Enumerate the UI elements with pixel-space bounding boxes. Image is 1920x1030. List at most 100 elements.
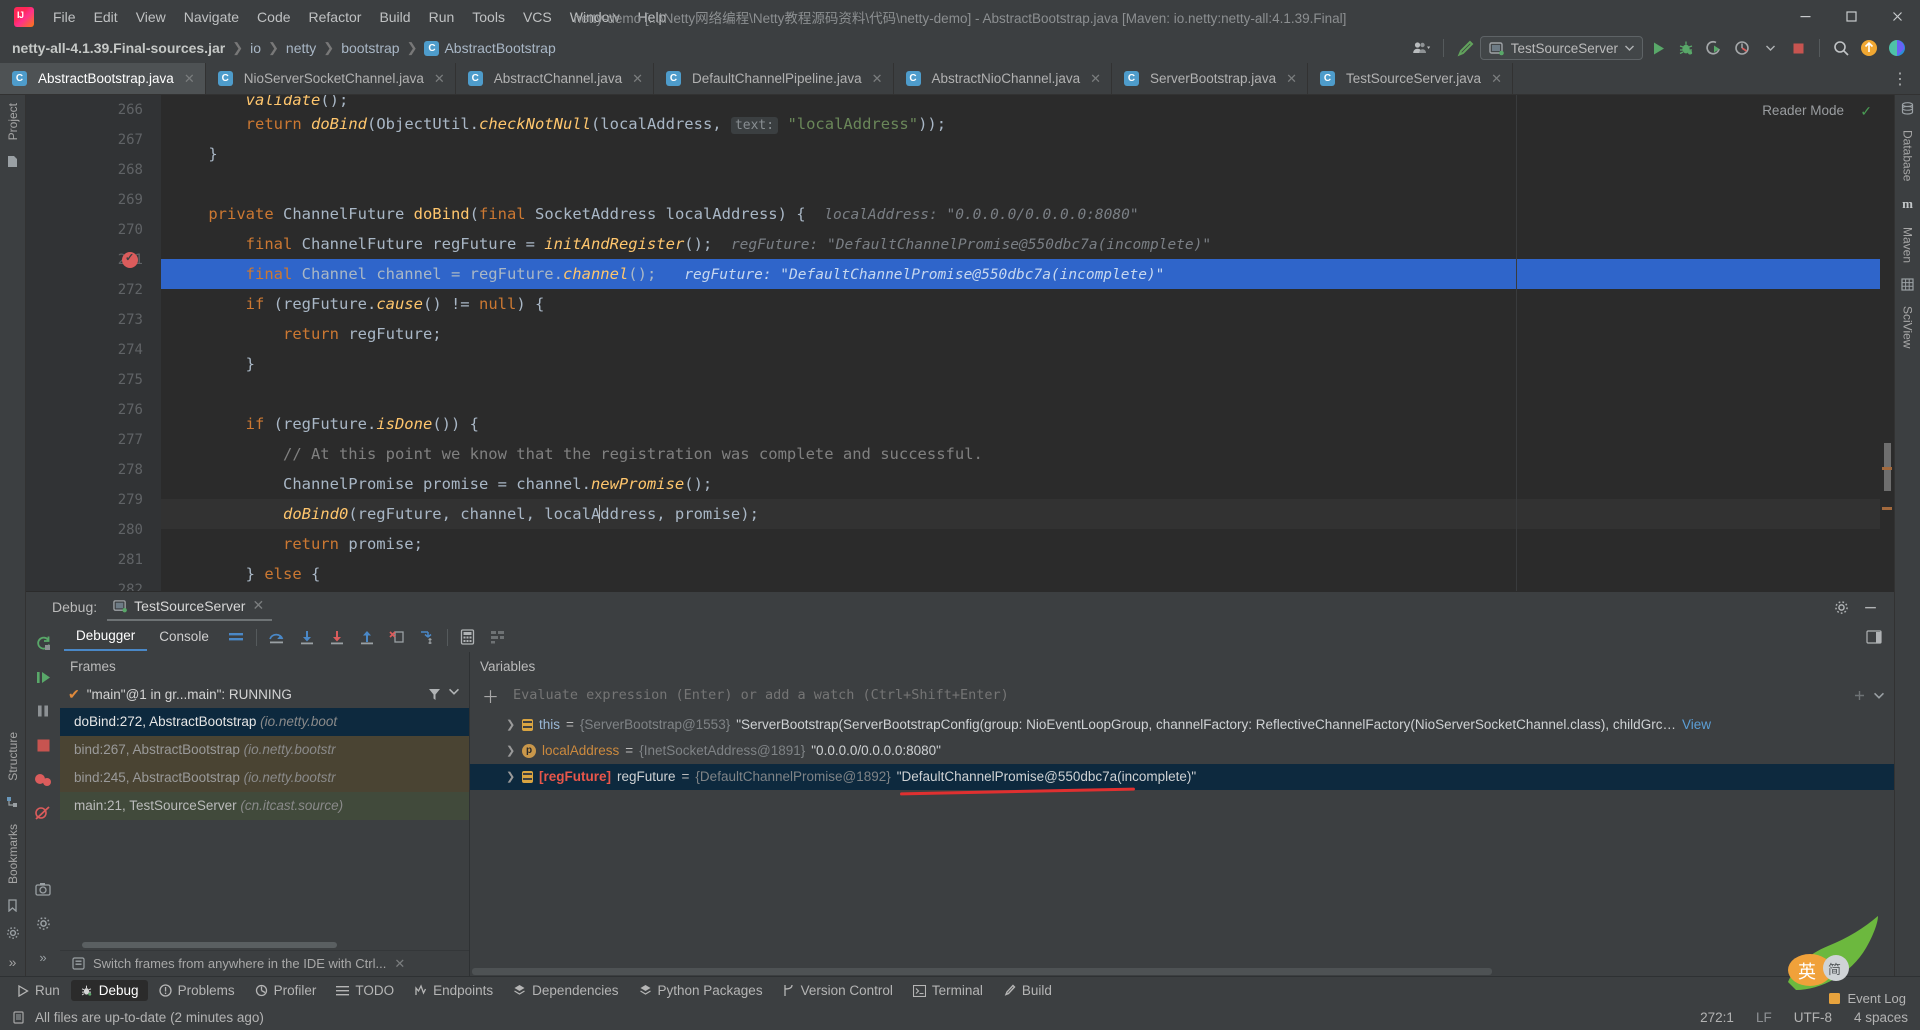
rerun-icon[interactable] <box>28 628 58 658</box>
run-configuration-selector[interactable]: TestSourceServer <box>1479 36 1643 60</box>
tool-window-endpoints[interactable]: Endpoints <box>405 980 502 1001</box>
code-editor[interactable]: 266 267 268 269 270 271 272 273 274 275 … <box>26 95 1894 591</box>
menu-vcs[interactable]: VCS <box>514 5 561 29</box>
database-icon[interactable] <box>1901 102 1914 115</box>
line-separator[interactable]: LF <box>1756 1010 1772 1025</box>
tool-window-version-control[interactable]: Version Control <box>774 980 902 1001</box>
search-icon[interactable] <box>1828 36 1854 60</box>
settings-gear-icon[interactable] <box>1834 600 1849 615</box>
breadcrumb-io[interactable]: io <box>250 40 261 56</box>
frames-hscrollbar[interactable] <box>60 940 469 950</box>
expand-strip-icon[interactable]: » <box>9 954 17 970</box>
frames-hscroll-thumb[interactable] <box>82 942 337 948</box>
menu-code[interactable]: Code <box>248 5 299 29</box>
debug-button[interactable] <box>1673 36 1699 60</box>
tab-console[interactable]: Console <box>147 624 221 650</box>
hide-panel-icon[interactable] <box>1863 600 1878 615</box>
frame-row-main-21[interactable]: main:21, TestSourceServer (cn.itcast.sou… <box>60 792 469 820</box>
editor-tab-defaultchannelpipeline[interactable]: C DefaultChannelPipeline.java ✕ <box>654 63 894 94</box>
editor-tab-abstractniochannel[interactable]: C AbstractNioChannel.java ✕ <box>894 63 1113 94</box>
user-account-icon[interactable] <box>1409 36 1435 60</box>
update-project-icon[interactable] <box>1856 36 1882 60</box>
frame-row-dobind-272[interactable]: doBind:272, AbstractBootstrap (io.netty.… <box>60 708 469 736</box>
run-to-cursor-icon[interactable] <box>412 624 442 650</box>
build-project-icon[interactable] <box>1452 36 1478 60</box>
step-out-icon[interactable] <box>352 624 382 650</box>
close-icon[interactable]: ✕ <box>184 71 195 87</box>
close-icon[interactable]: ✕ <box>1286 71 1297 87</box>
editor-markers[interactable] <box>1880 95 1894 591</box>
pause-program-icon[interactable] <box>28 696 58 726</box>
resume-program-icon[interactable] <box>28 662 58 692</box>
editor-tab-serverbootstrap[interactable]: C ServerBootstrap.java ✕ <box>1112 63 1308 94</box>
menu-run[interactable]: Run <box>420 5 464 29</box>
breadcrumb-netty[interactable]: netty <box>286 40 316 56</box>
breadcrumb-jar[interactable]: netty-all-4.1.39.Final-sources.jar <box>12 40 225 56</box>
camera-icon[interactable] <box>28 874 58 904</box>
tool-window-profiler[interactable]: Profiler <box>246 980 326 1001</box>
menu-window[interactable]: Window <box>561 5 629 29</box>
sidebar-item-maven[interactable]: Maven <box>1901 219 1915 271</box>
breadcrumb-bootstrap[interactable]: bootstrap <box>341 40 399 56</box>
event-log-button[interactable]: Event Log <box>1828 991 1906 1006</box>
close-icon[interactable]: ✕ <box>434 71 445 87</box>
breakpoint-icon[interactable] <box>122 251 138 268</box>
caret-position[interactable]: 272:1 <box>1700 1010 1734 1025</box>
close-icon[interactable]: ✕ <box>1491 71 1502 87</box>
layout-settings-icon[interactable] <box>483 624 513 650</box>
force-step-into-icon[interactable] <box>322 624 352 650</box>
maximize-button[interactable] <box>1828 0 1874 33</box>
stop-button[interactable] <box>1785 36 1811 60</box>
chevron-right-icon[interactable]: ❯ <box>506 738 516 764</box>
maven-icon[interactable]: m <box>1902 196 1913 212</box>
editor-tab-testsourceserver[interactable]: C TestSourceServer.java ✕ <box>1308 63 1513 94</box>
sidebar-item-bookmarks[interactable]: Bookmarks <box>6 816 20 892</box>
tool-window-build[interactable]: Build <box>994 980 1061 1001</box>
chevron-down-icon[interactable] <box>449 688 459 701</box>
tabs-overflow-icon[interactable]: ⋮ <box>1880 63 1920 94</box>
menu-refactor[interactable]: Refactor <box>300 5 371 29</box>
editor-tab-abstractbootstrap[interactable]: C AbstractBootstrap.java ✕ <box>0 63 206 94</box>
settings-gear-icon[interactable] <box>6 926 20 940</box>
expand-rail-icon[interactable]: » <box>28 942 58 972</box>
menu-navigate[interactable]: Navigate <box>175 5 248 29</box>
editor-tab-abstractchannel[interactable]: C AbstractChannel.java ✕ <box>456 63 654 94</box>
mute-breakpoints-icon[interactable] <box>28 798 58 828</box>
chevron-right-icon[interactable]: ❯ <box>506 712 516 738</box>
sidebar-item-sciview[interactable]: SciView <box>1901 298 1915 356</box>
close-icon[interactable]: ✕ <box>252 597 264 614</box>
close-icon[interactable]: ✕ <box>632 71 643 87</box>
tool-window-terminal[interactable]: Terminal <box>904 980 992 1001</box>
watch-add-icon[interactable] <box>1853 689 1866 702</box>
thread-selector[interactable]: ✔ "main"@1 in gr...main": RUNNING <box>60 680 469 708</box>
profiler-button[interactable] <box>1729 36 1755 60</box>
add-watch-icon[interactable]: ＋ <box>476 683 505 708</box>
close-icon[interactable]: ✕ <box>872 71 883 87</box>
close-icon[interactable]: ✕ <box>394 956 405 972</box>
frames-list[interactable]: doBind:272, AbstractBootstrap (io.netty.… <box>60 708 469 940</box>
evaluate-expression-icon[interactable] <box>453 624 483 650</box>
view-breakpoints-icon[interactable] <box>28 764 58 794</box>
menu-tools[interactable]: Tools <box>463 5 514 29</box>
step-over-icon[interactable] <box>262 624 292 650</box>
menu-build[interactable]: Build <box>370 5 419 29</box>
tool-window-python-packages[interactable]: Python Packages <box>630 980 772 1001</box>
project-files-icon[interactable] <box>6 155 19 168</box>
show-execution-point-icon[interactable] <box>221 624 251 650</box>
sciview-icon[interactable] <box>1901 278 1914 292</box>
sidebar-item-database[interactable]: Database <box>1901 122 1915 189</box>
breadcrumb-class[interactable]: C AbstractBootstrap <box>424 40 556 56</box>
filter-icon[interactable] <box>428 688 441 701</box>
evaluate-expression-row[interactable]: ＋ <box>470 680 1894 710</box>
tool-window-dependencies[interactable]: Dependencies <box>504 980 627 1001</box>
variables-list[interactable]: ❯ this = {ServerBootstrap@1553} "ServerB… <box>470 710 1894 967</box>
variable-view-link[interactable]: View <box>1682 712 1711 738</box>
menu-edit[interactable]: Edit <box>85 5 127 29</box>
tool-window-problems[interactable]: Problems <box>150 980 244 1001</box>
ai-assistant-icon[interactable] <box>1884 36 1910 60</box>
variable-row-this[interactable]: ❯ this = {ServerBootstrap@1553} "ServerB… <box>470 712 1894 738</box>
bookmarks-icon[interactable] <box>6 899 19 912</box>
tab-debugger[interactable]: Debugger <box>64 623 148 651</box>
close-button[interactable] <box>1874 0 1920 33</box>
variable-row-localaddress[interactable]: ❯ p localAddress = {InetSocketAddress@18… <box>470 738 1894 764</box>
